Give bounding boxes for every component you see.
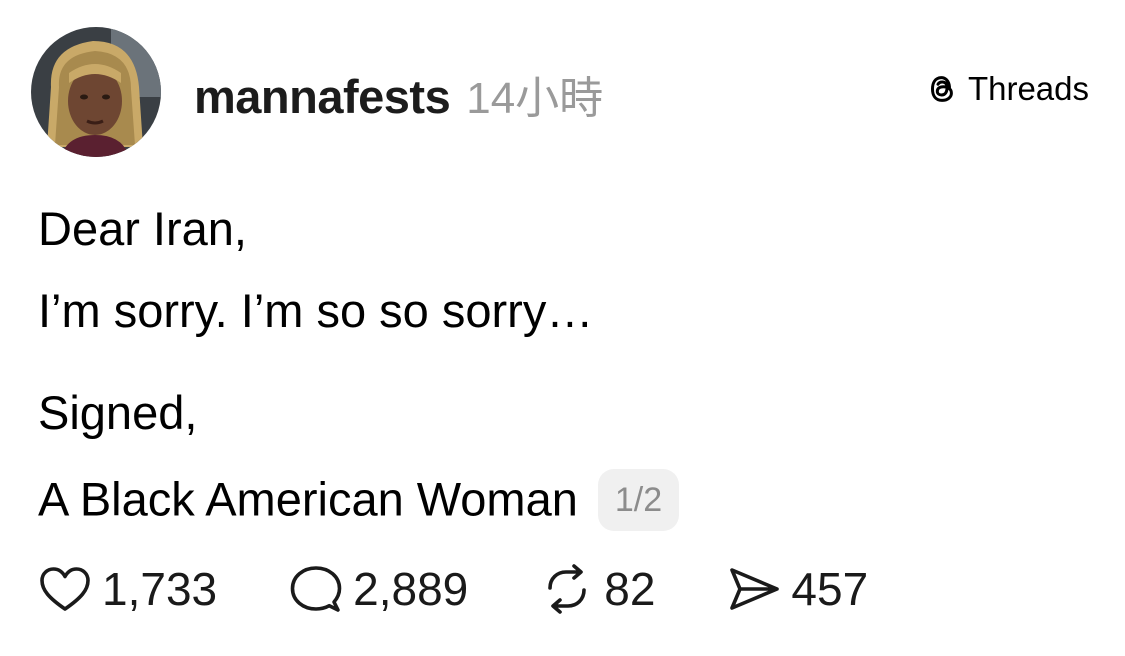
thread-page-badge[interactable]: 1/2 [597,469,680,531]
threads-brand: Threads [924,70,1089,108]
timestamp[interactable]: 14小時 [466,62,603,126]
post-header: mannafests 14小時 [194,62,603,124]
reply-button[interactable]: 2,889 [289,562,468,616]
share-count: 457 [791,563,869,615]
username[interactable]: mannafests [194,69,451,124]
post-text-line-with-badge: A Black American Woman 1/2 [38,469,680,531]
brand-label: Threads [967,70,1089,107]
threads-post: mannafests 14小時 Threads Dear Iran, I’m s… [0,0,1125,656]
repost-icon [548,564,587,614]
post-text-line: Signed, [38,386,198,439]
reply-count: 2,889 [353,563,469,615]
repost-count: 82 [604,563,656,615]
send-icon [730,568,780,610]
post-text-line: Dear Iran, [38,202,247,255]
threads-logo-icon [930,76,953,102]
like-count: 1,733 [102,563,218,615]
heart-icon [40,567,90,611]
action-bar: 1,733 2,889 82 457 [38,563,868,615]
post-text-line: I’m sorry. I’m so so sorry… [38,284,594,337]
comment-bubble-icon [290,566,342,612]
avatar-photo [31,27,161,157]
repost-button[interactable]: 82 [540,562,655,616]
post-text-line: A Black American Woman [38,472,578,526]
avatar[interactable] [31,27,161,157]
share-button[interactable]: 457 [727,562,868,616]
like-button[interactable]: 1,733 [38,562,217,616]
